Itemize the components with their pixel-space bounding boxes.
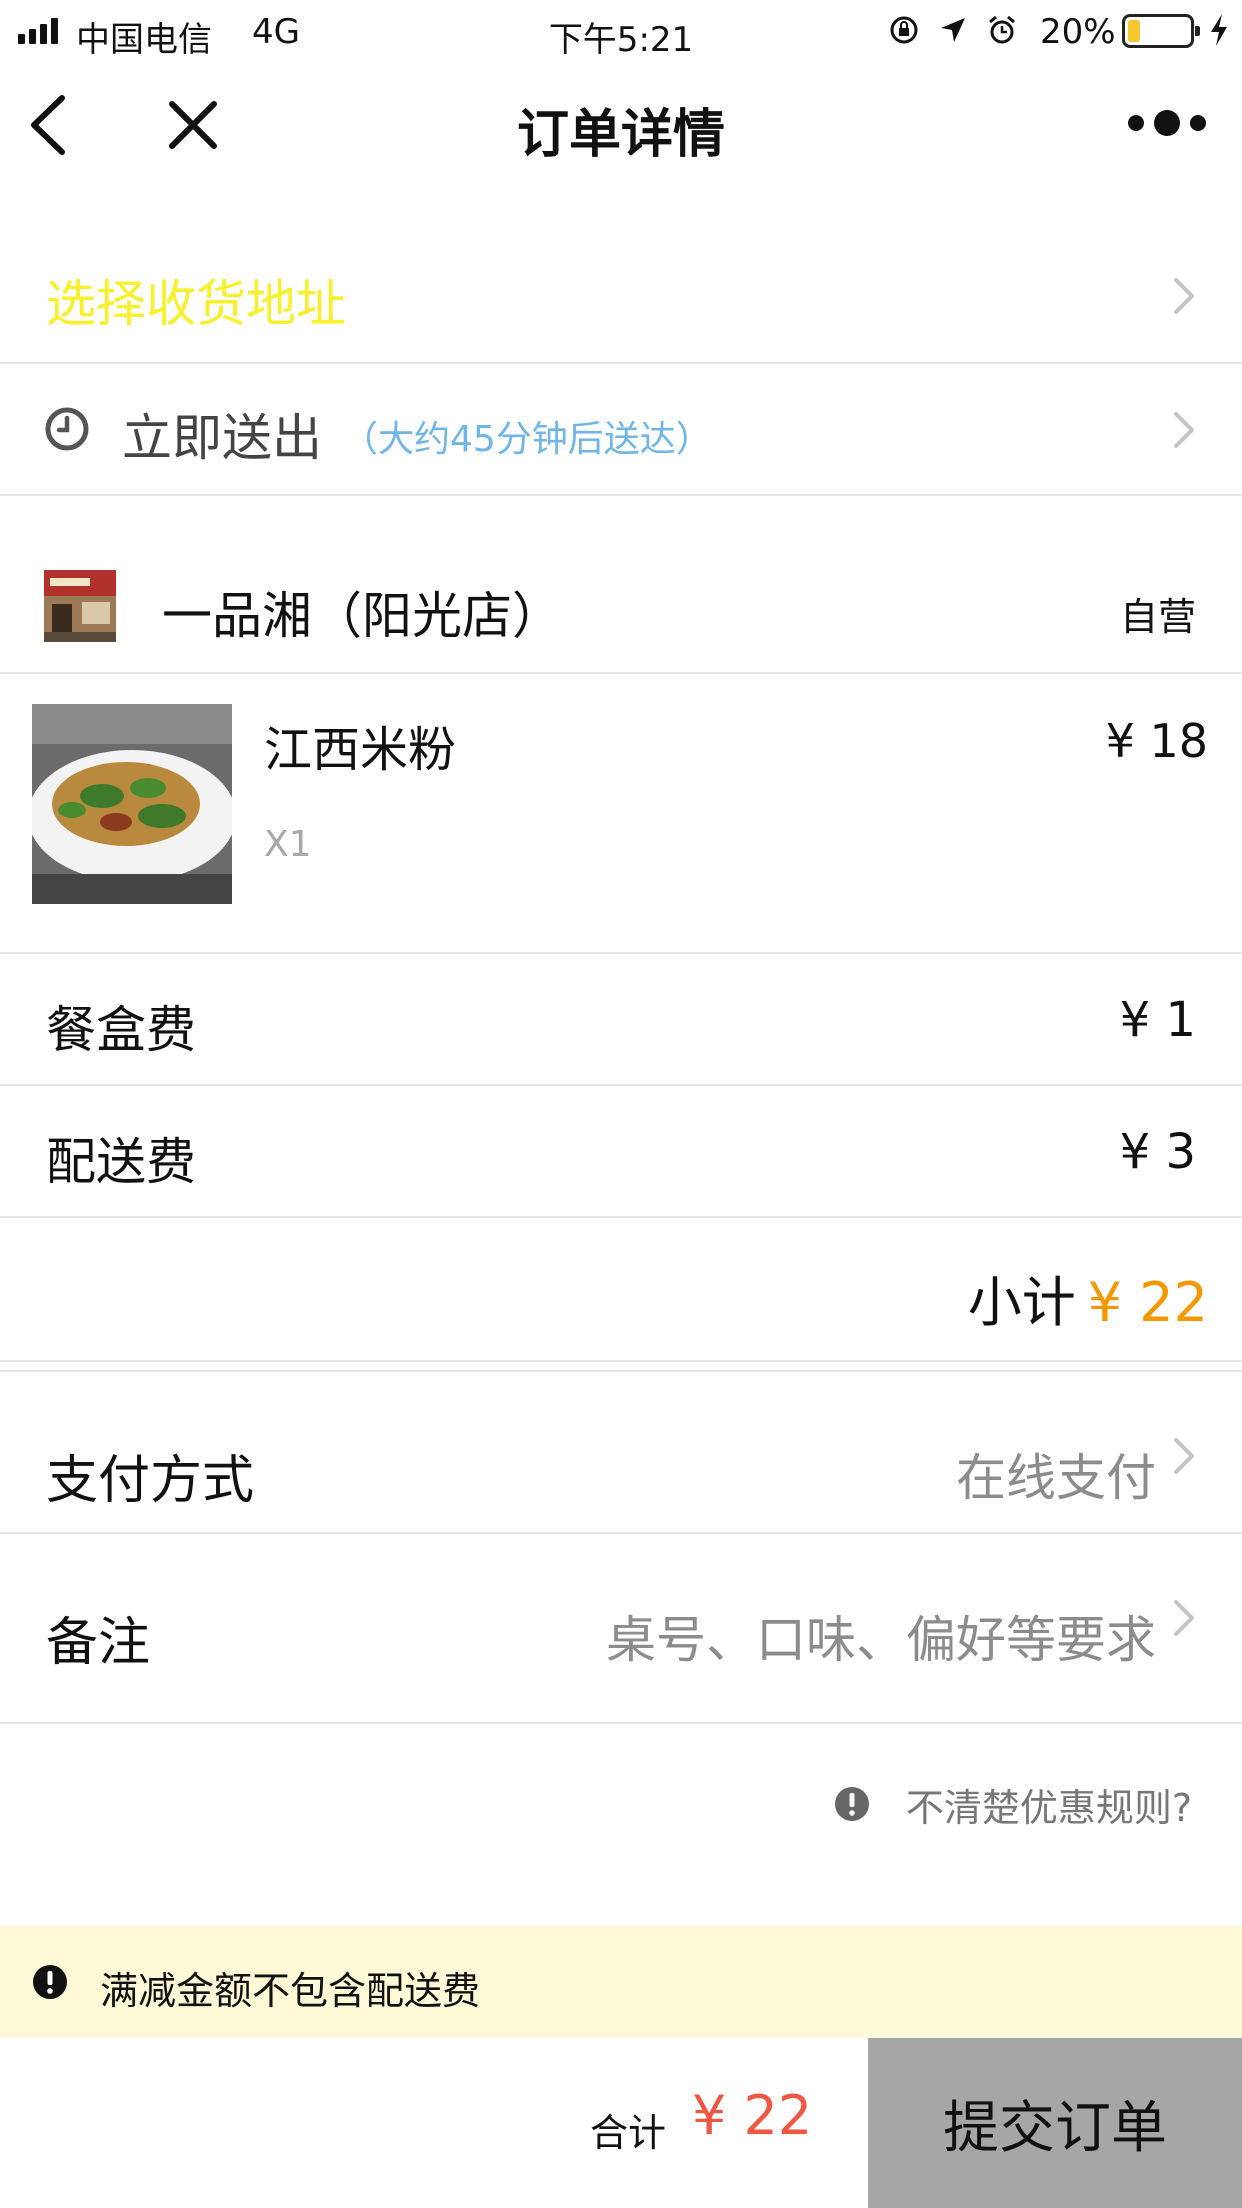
delivery-time-row[interactable]: 立即送出 （大约45分钟后送达）	[0, 364, 1242, 496]
packaging-fee-value: ¥ 1	[1119, 992, 1196, 1048]
location-arrow-icon	[941, 18, 965, 42]
subtotal-row: 小计 ¥ 22	[0, 1218, 1242, 1362]
chevron-right-icon	[1172, 1598, 1196, 1638]
orientation-lock-icon	[890, 16, 918, 44]
notice-bar: 满减金额不包含配送费	[0, 1926, 1242, 2038]
nav-bar: 订单详情	[0, 62, 1242, 190]
charging-icon	[1211, 14, 1227, 46]
chevron-right-icon	[1172, 1436, 1196, 1476]
payment-method-label: 支付方式	[46, 1451, 255, 1511]
more-button[interactable]	[1128, 110, 1206, 136]
submit-order-button[interactable]: 提交订单	[868, 2038, 1242, 2208]
packaging-fee-label: 餐盒费	[46, 1001, 196, 1059]
battery-icon	[1122, 14, 1200, 48]
subtotal-amount: ¥ 22	[1087, 1271, 1208, 1334]
select-address-row[interactable]: 选择收货地址	[0, 226, 1242, 364]
total-amount: ¥ 22	[692, 2084, 813, 2147]
select-address-label: 选择收货地址	[46, 275, 346, 333]
item-name: 江西米粉	[264, 722, 457, 778]
battery-percent: 20%	[1040, 12, 1116, 52]
status-icons	[888, 14, 1018, 46]
item-price: ¥ 18	[1105, 714, 1208, 768]
remark-row[interactable]: 备注 桌号、口味、偏好等要求	[0, 1534, 1242, 1724]
more-icon	[1128, 115, 1144, 131]
page-title: 订单详情	[516, 105, 725, 165]
payment-method-value: 在线支付	[956, 1449, 1156, 1507]
chevron-right-icon	[1172, 276, 1196, 316]
order-item-row: 江西米粉 ¥ 18 X1	[0, 674, 1242, 954]
item-quantity: X1	[264, 824, 312, 865]
checkout-bar: 合计 ¥ 22 提交订单	[0, 2038, 1242, 2208]
payment-method-row[interactable]: 支付方式 在线支付	[0, 1370, 1242, 1534]
remark-label: 备注	[46, 1613, 151, 1673]
exclamation-circle-icon	[834, 1787, 869, 1821]
subtotal-label: 小计	[967, 1271, 1076, 1334]
alarm-icon	[989, 15, 1015, 44]
order-detail-page: 中国电信 4G 下午5:21 20% 订单详情 选择收货地址 立即送出 （大约4…	[0, 0, 1242, 2208]
exclamation-circle-icon	[33, 1965, 67, 1999]
shop-row: 一品湘（阳光店） 自营	[0, 544, 1242, 674]
total-label: 合计	[590, 2111, 667, 2155]
discount-rules-text: 不清楚优惠规则?	[905, 1785, 1192, 1830]
remark-placeholder: 桌号、口味、偏好等要求	[606, 1611, 1156, 1669]
battery-level-fill	[1128, 20, 1140, 42]
delivery-eta-note: （大约45分钟后送达）	[342, 419, 712, 460]
delivery-fee-row: 配送费 ¥ 3	[0, 1086, 1242, 1218]
status-bar: 中国电信 4G 下午5:21 20%	[0, 0, 1242, 62]
shop-tag: 自营	[1119, 595, 1196, 639]
packaging-fee-row: 餐盒费 ¥ 1	[0, 954, 1242, 1086]
subtotal: 小计 ¥ 22	[968, 1258, 1208, 1337]
clock-icon	[45, 407, 89, 451]
shop-thumbnail	[44, 570, 116, 642]
delivery-fee-label: 配送费	[46, 1133, 196, 1191]
delivery-time-label: 立即送出	[122, 409, 322, 467]
chevron-right-icon	[1172, 410, 1196, 450]
discount-rules-link[interactable]: 不清楚优惠规则?	[834, 1776, 1192, 1832]
shop-name: 一品湘（阳光店）	[162, 587, 562, 645]
item-photo	[32, 704, 232, 904]
notice-text: 满减金额不包含配送费	[100, 1969, 481, 2013]
delivery-fee-value: ¥ 3	[1119, 1124, 1196, 1180]
